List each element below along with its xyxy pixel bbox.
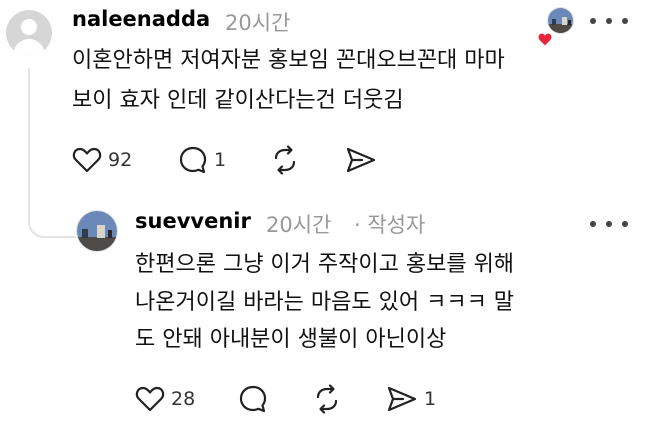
default-avatar[interactable] (6, 10, 52, 56)
reply-text-line-2: 나온거이길 바라는 마음도 있어 ㅋㅋㅋ 말 (135, 290, 515, 315)
repost-icon (316, 384, 338, 414)
post-more-options-button[interactable] (590, 15, 628, 27)
reply-text-line-3: 도 안돼 아내분이 생불이 아닌이상 (135, 327, 447, 352)
heart-icon (135, 386, 165, 412)
avatar-head-shape (21, 19, 37, 35)
post-timestamp: 20시간 (225, 11, 291, 35)
post-text-line-1: 이혼안하면 저여자분 홍보임 꼰대오브꼰대 마마 (72, 48, 505, 73)
reply-author-tag: · 작성자 (354, 213, 426, 237)
post-author-avatar[interactable] (547, 7, 574, 34)
dot-icon (590, 18, 596, 24)
avatar-body-shape (13, 39, 45, 56)
send-icon (346, 147, 376, 173)
reply-like-button[interactable]: 28 (135, 384, 195, 414)
send-icon (387, 386, 417, 412)
post-repost-button[interactable] (270, 145, 300, 175)
dot-icon (606, 221, 612, 227)
dot-icon (590, 221, 596, 227)
dot-icon (622, 221, 628, 227)
reply-repost-button[interactable] (312, 384, 342, 414)
reply-more-options-button[interactable] (590, 218, 628, 230)
post-share-button[interactable] (345, 145, 377, 175)
comment-icon (179, 146, 207, 174)
reply-share-button[interactable]: 1 (386, 384, 436, 414)
reply-like-count: 28 (171, 388, 196, 410)
reply-text-line-1: 한편으론 그냥 이거 주작이고 홍보를 위해 (135, 252, 515, 277)
comment-icon (239, 385, 267, 413)
thread-connector-line (28, 68, 76, 238)
reply-author-avatar[interactable] (76, 210, 118, 252)
red-heart-icon (538, 33, 552, 45)
post-reply-button[interactable]: 1 (178, 145, 226, 175)
reply-username[interactable]: suevvenir (135, 209, 251, 233)
post-like-button[interactable]: 92 (72, 145, 132, 175)
reply-timestamp: 20시간 (266, 213, 332, 237)
reply-reply-button[interactable] (238, 384, 268, 414)
post-username[interactable]: naleenadda (72, 7, 210, 31)
reply-share-count: 1 (424, 388, 437, 410)
author-liked-badge (536, 30, 554, 48)
repost-icon (274, 145, 296, 175)
dot-icon (606, 18, 612, 24)
dot-icon (622, 18, 628, 24)
post-like-count: 92 (108, 149, 133, 171)
heart-icon (72, 147, 102, 173)
post-text-line-2: 보이 효자 인데 같이산다는건 더웃김 (72, 88, 404, 113)
post-reply-count: 1 (214, 149, 227, 171)
